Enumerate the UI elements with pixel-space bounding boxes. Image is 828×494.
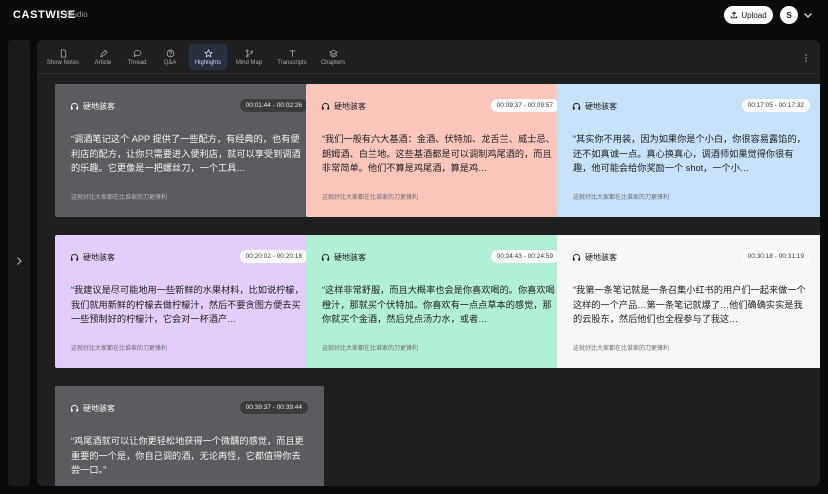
timestamp-badge[interactable]: 00:20:02 - 00:20:18: [239, 250, 308, 263]
tab-label: Chapters: [320, 59, 346, 66]
headphones-icon: [572, 253, 581, 261]
view-toolbar: Show Notes Article Thread Q&A Highlights…: [37, 40, 820, 74]
branch-icon: [245, 49, 253, 57]
card-speaker: 硬地骇客: [70, 252, 115, 263]
highlight-footer: 这就好比大家都在比谁家的刀更锋利: [71, 195, 168, 201]
highlight-card[interactable]: 硬地骇客 00:24:43 - 00:24:59 “这样非常舒服，而且大概率也会…: [306, 235, 575, 368]
chevron-down-icon[interactable]: [803, 11, 813, 19]
article-icon: [99, 49, 108, 57]
tab-qa[interactable]: Q&A: [159, 44, 181, 70]
more-vertical-icon[interactable]: [804, 53, 808, 63]
top-bar: CASTWISE Studio Upload S: [0, 0, 828, 32]
highlight-card[interactable]: 硬地骇客 00:17:05 - 00:17:32 “其实你不用装，因为如果你是个…: [557, 84, 820, 217]
tab-label: Highlights: [194, 59, 222, 66]
tab-show-notes[interactable]: Show Notes: [43, 44, 83, 70]
headphones-icon: [70, 404, 79, 412]
card-speaker: 硬地骇客: [572, 101, 617, 112]
speaker-name: 硬地骇客: [585, 253, 617, 262]
chat-bubble-icon: [133, 49, 141, 57]
speaker-name: 硬地骇客: [83, 404, 115, 413]
speaker-name: 硬地骇客: [585, 102, 617, 111]
highlight-quote: “我第一条笔记就是一条召集小红书的用户们一起来做一个这样的一个产品…第一条笔记就…: [573, 285, 806, 324]
tab-chapters[interactable]: Chapters: [318, 44, 348, 70]
highlight-card[interactable]: 硬地骇客 00:39:37 - 00:39:44 “鸡尾酒就可以让你更轻松地获得…: [55, 386, 324, 486]
upload-icon: [731, 11, 738, 19]
card-speaker: 硬地骇客: [70, 403, 115, 414]
card-speaker: 硬地骇客: [321, 252, 366, 263]
highlight-quote: “我们一般有六大基酒：金酒、伏特加、龙舌兰、威士忌、朗姆酒、白兰地。这些基酒都是…: [322, 134, 555, 173]
timestamp-badge[interactable]: 00:09:37 - 00:09:57: [490, 99, 559, 112]
timestamp-badge[interactable]: 00:01:44 - 00:02:26: [239, 99, 308, 112]
speaker-name: 硬地骇客: [334, 253, 366, 262]
tab-label: Mind Map: [235, 59, 263, 66]
speaker-name: 硬地骇客: [83, 102, 115, 111]
tab-transcripts[interactable]: Transcripts: [274, 44, 310, 70]
timestamp-badge[interactable]: 00:24:43 - 00:24:59: [490, 250, 559, 263]
speaker-name: 硬地骇客: [334, 102, 366, 111]
tab-label: Q&A: [163, 59, 177, 66]
card-speaker: 硬地骇客: [321, 101, 366, 112]
headphones-icon: [70, 102, 79, 110]
highlight-quote: “这样非常舒服，而且大概率也会是你喜欢喝的。你喜欢喝橙汁，那就买个伏特加。你喜欢…: [322, 285, 555, 324]
headphones-icon: [321, 253, 330, 261]
main-panel: Show Notes Article Thread Q&A Highlights…: [37, 40, 820, 486]
headphones-icon: [572, 102, 581, 110]
speaker-name: 硬地骇客: [83, 253, 115, 262]
highlight-quote: “调酒笔记这个 APP 提供了一些配方，有经典的，也有便利店的配方，让你只需要进…: [71, 134, 301, 173]
timestamp-badge[interactable]: 00:17:05 - 00:17:32: [741, 99, 810, 112]
highlight-card[interactable]: 硬地骇客 00:01:44 - 00:02:26 “调酒笔记这个 APP 提供了…: [55, 84, 324, 217]
upload-button[interactable]: Upload: [724, 6, 773, 24]
layers-icon: [328, 49, 338, 58]
chevron-right-icon[interactable]: [15, 256, 23, 266]
tab-label: Article: [94, 59, 112, 66]
tab-mind-map[interactable]: Mind Map: [233, 44, 265, 70]
question-icon: [166, 49, 174, 57]
avatar[interactable]: S: [780, 6, 798, 24]
text-icon: [289, 49, 295, 57]
highlight-quote: “鸡尾酒就可以让你更轻松地获得一个微醺的感觉，而且更重要的一个是，你自己调的酒，…: [71, 436, 304, 475]
tab-highlights[interactable]: Highlights: [189, 44, 227, 70]
timestamp-badge[interactable]: 00:39:37 - 00:39:44: [239, 401, 308, 414]
highlight-quote: “我建议是尽可能地用一些新鲜的水果材料，比如说柠檬，我们就用新鲜的柠檬去做柠檬汁…: [71, 285, 304, 324]
highlight-footer: 这就好比大家都在比谁家的刀更锋利: [322, 346, 419, 352]
highlight-footer: 这就好比大家都在比谁家的刀更锋利: [71, 346, 168, 352]
highlight-card[interactable]: 硬地骇客 00:20:02 - 00:20:18 “我建议是尽可能地用一些新鲜的…: [55, 235, 324, 368]
highlight-footer: 这就好比大家都在比谁家的刀更锋利: [322, 195, 419, 201]
collapsed-sidebar[interactable]: [8, 40, 30, 486]
card-speaker: 硬地骇客: [572, 252, 617, 263]
brand-divider: [59, 10, 60, 21]
upload-label: Upload: [741, 10, 767, 20]
highlight-quote: “其实你不用装，因为如果你是个小白，你很容易露馅的，还不如真诚一点。真心换真心，…: [573, 134, 806, 173]
tab-label: Show Notes: [46, 59, 80, 66]
highlight-card[interactable]: 硬地骇客 00:30:18 - 00:31:19 “我第一条笔记就是一条召集小红…: [557, 235, 820, 368]
star-icon: [203, 48, 213, 58]
highlight-footer: 这就好比大家都在比谁家的刀更锋利: [573, 195, 670, 201]
tab-label: Thread: [127, 59, 147, 66]
tab-label: Transcripts: [277, 59, 307, 66]
highlight-footer: 这就好比大家都在比谁家的刀更锋利: [573, 346, 670, 352]
brand-subtitle: Studio: [65, 10, 88, 19]
headphones-icon: [321, 102, 330, 110]
highlight-card[interactable]: 硬地骇客 00:09:37 - 00:09:57 “我们一般有六大基酒：金酒、伏…: [306, 84, 575, 217]
tab-article[interactable]: Article: [90, 44, 116, 70]
tab-thread[interactable]: Thread: [124, 44, 150, 70]
document-icon: [60, 48, 66, 58]
timestamp-badge[interactable]: 00:30:18 - 00:31:19: [741, 250, 810, 263]
card-speaker: 硬地骇客: [70, 101, 115, 112]
headphones-icon: [70, 253, 79, 261]
